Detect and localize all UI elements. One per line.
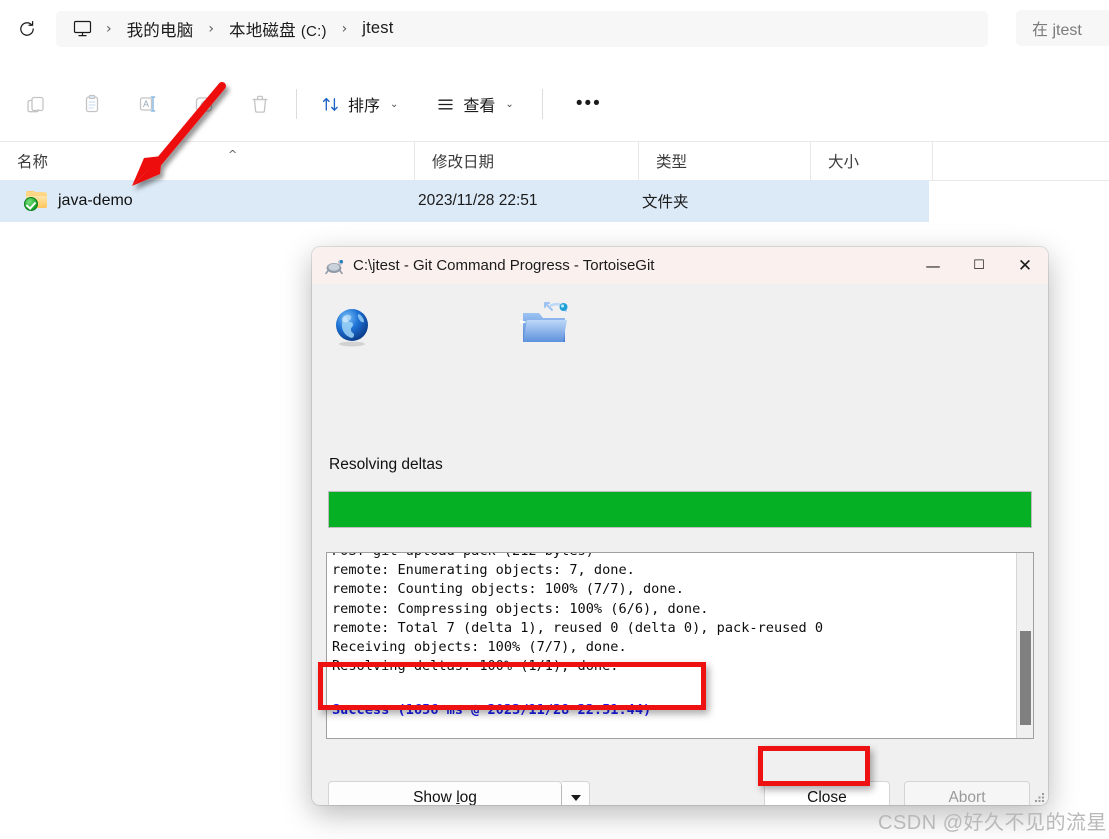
- show-log-dropdown-button[interactable]: [562, 781, 590, 805]
- share-icon: [195, 97, 213, 112]
- copy-button[interactable]: [70, 84, 114, 124]
- refresh-icon: [20, 20, 34, 36]
- log-output-text: POST git-upload-pack (212 bytes) remote:…: [332, 553, 824, 675]
- breadcrumb-item-local-disk[interactable]: 本地磁盘 (C:): [225, 15, 331, 43]
- refresh-button[interactable]: [4, 12, 50, 46]
- breadcrumb-item-local-disk-label: 本地磁盘: [229, 21, 296, 40]
- abort-button: Abort: [904, 781, 1030, 805]
- file-list: java-demo 2023/11/28 22:51 文件夹: [0, 180, 1109, 222]
- show-log-label: Show log: [413, 789, 477, 805]
- breadcrumb-separator-3: ›: [341, 20, 348, 37]
- chevron-down-icon: ⌄: [505, 98, 514, 110]
- progress-status-text: Resolving deltas: [329, 456, 443, 473]
- file-row-type: 文件夹: [642, 194, 689, 211]
- breadcrumb[interactable]: › 我的电脑 › 本地磁盘 (C:) › jtest: [56, 10, 988, 47]
- minimize-button[interactable]: —: [910, 247, 956, 284]
- progress-bar: [328, 491, 1032, 528]
- folder-with-git-ok-overlay-icon: [24, 191, 48, 211]
- column-header-size-label: 大小: [828, 154, 860, 171]
- column-header-date[interactable]: 修改日期: [414, 142, 638, 180]
- folder-with-arrow-icon: [520, 302, 568, 342]
- resize-grip-icon[interactable]: [1033, 791, 1045, 803]
- dialog-title: C:\jtest - Git Command Progress - Tortoi…: [353, 257, 655, 274]
- share-button[interactable]: [182, 84, 226, 124]
- sort-ascending-indicator: ^: [228, 148, 238, 161]
- show-log-split-divider: [561, 785, 562, 805]
- table-row[interactable]: java-demo 2023/11/28 22:51 文件夹: [0, 180, 929, 222]
- chevron-down-icon: ⌄: [390, 98, 399, 110]
- column-header-date-label: 修改日期: [432, 154, 495, 171]
- column-header-type-label: 类型: [656, 154, 688, 171]
- maximize-button[interactable]: ☐: [956, 247, 1002, 284]
- copy-icon: [85, 94, 99, 113]
- git-command-progress-dialog: C:\jtest - Git Command Progress - Tortoi…: [312, 247, 1048, 805]
- globe-icon: [336, 309, 368, 347]
- delete-icon: [252, 95, 268, 113]
- breadcrumb-item-my-computer[interactable]: 我的电脑: [123, 15, 198, 43]
- svg-text:A: A: [143, 99, 149, 109]
- toolbar-divider-2: [541, 89, 543, 119]
- delete-button[interactable]: [238, 84, 282, 124]
- sort-button[interactable]: 排序 ⌄: [311, 84, 408, 124]
- rename-icon: A: [139, 96, 156, 112]
- close-button[interactable]: Close: [764, 781, 890, 805]
- view-button[interactable]: 查看 ⌄: [426, 84, 523, 124]
- breadcrumb-item-jtest[interactable]: jtest: [358, 17, 397, 40]
- log-scrollbar-thumb[interactable]: [1020, 631, 1031, 725]
- list-lines-icon: [438, 99, 454, 109]
- search-placeholder: 在 jtest: [1032, 22, 1082, 39]
- rename-button[interactable]: A: [126, 84, 170, 124]
- breadcrumb-separator-2: ›: [208, 20, 215, 37]
- chevron-down-icon: [570, 795, 581, 801]
- column-header-row: 名称 ^ 修改日期 类型 大小: [0, 141, 1109, 181]
- log-scrollbar[interactable]: [1016, 553, 1033, 738]
- cut-icon: [27, 96, 44, 113]
- column-header-name-label: 名称: [17, 154, 49, 171]
- search-input[interactable]: 在 jtest: [1016, 10, 1109, 46]
- file-row-name: java-demo: [58, 192, 133, 209]
- address-bar: › 我的电脑 › 本地磁盘 (C:) › jtest 在 jtest: [0, 0, 1109, 57]
- dialog-title-bar[interactable]: C:\jtest - Git Command Progress - Tortoi…: [312, 247, 1048, 284]
- cut-button[interactable]: [14, 84, 58, 124]
- sort-arrows-icon: [322, 97, 338, 111]
- progress-bar-fill: [329, 492, 1031, 527]
- command-toolbar: A 排序 ⌄ 查看 ⌄ •••: [0, 72, 1109, 136]
- log-output-pane[interactable]: POST git-upload-pack (212 bytes) remote:…: [326, 552, 1034, 739]
- column-header-type[interactable]: 类型: [638, 142, 810, 180]
- show-log-suffix: og: [459, 789, 477, 805]
- git-ok-overlay-icon: [24, 197, 38, 211]
- log-success-line: Success (1656 ms @ 2023/11/28 22:51:44): [332, 702, 652, 718]
- this-pc-icon[interactable]: [70, 19, 95, 38]
- show-log-button[interactable]: Show log: [328, 781, 562, 805]
- dialog-body: Resolving deltas POST git-upload-pack (2…: [312, 284, 1048, 805]
- column-header-end-divider: [932, 142, 933, 180]
- file-row-name-cell: java-demo: [24, 191, 133, 211]
- more-options-button[interactable]: •••: [567, 84, 611, 124]
- show-log-prefix: Show: [413, 789, 457, 805]
- close-window-button[interactable]: ✕: [1002, 247, 1048, 284]
- column-header-size[interactable]: 大小: [810, 142, 932, 180]
- breadcrumb-separator-1: ›: [106, 20, 112, 37]
- watermark: CSDN @好久不见的流星: [878, 812, 1108, 834]
- tortoisegit-turtle-icon: [324, 257, 344, 275]
- breadcrumb-item-local-disk-letter: (C:): [300, 22, 327, 40]
- sort-label: 排序: [348, 98, 381, 115]
- toolbar-divider-1: [296, 89, 297, 119]
- column-header-name[interactable]: 名称 ^: [0, 142, 414, 180]
- file-row-date: 2023/11/28 22:51: [418, 192, 538, 209]
- view-label: 查看: [463, 98, 496, 115]
